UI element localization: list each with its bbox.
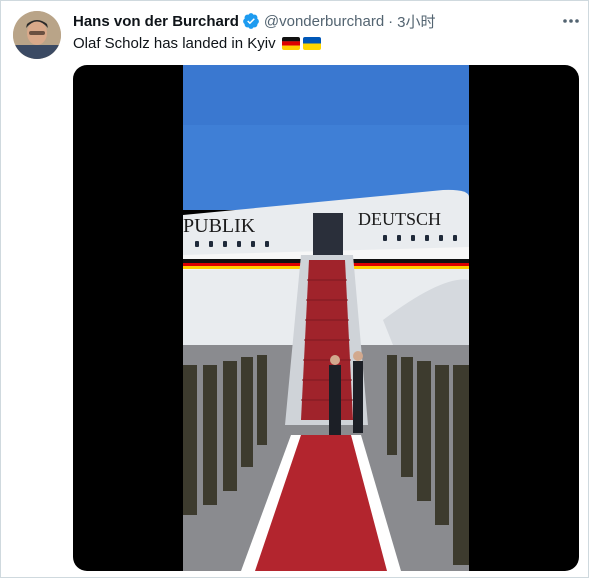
tweet-body: Olaf Scholz has landed in Kyiv [73,35,276,52]
more-options-icon[interactable] [561,11,581,31]
ukraine-flag-icon [302,37,321,50]
video-frame: PUBLIK DEUTSCH [183,65,469,571]
avatar[interactable] [13,11,61,59]
germany-flag-icon [281,37,300,50]
separator-dot: · [388,12,394,30]
verified-badge-icon [243,13,259,29]
timestamp[interactable]: 3小时 [397,11,435,32]
tweet-card[interactable]: Hans von der Burchard @vonderburchard · … [0,0,589,578]
author-handle[interactable]: @vonderburchard [264,13,384,30]
fuselage-text-right: DEUTSCH [358,209,441,229]
tweet-text: Olaf Scholz has landed in Kyiv [73,35,321,52]
avatar-image [13,11,61,59]
tweet-header: Hans von der Burchard @vonderburchard · … [73,11,436,31]
author-name[interactable]: Hans von der Burchard [73,13,239,30]
fuselage-text-left: PUBLIK [183,215,256,237]
video-player[interactable]: PUBLIK DEUTSCH [73,65,579,571]
